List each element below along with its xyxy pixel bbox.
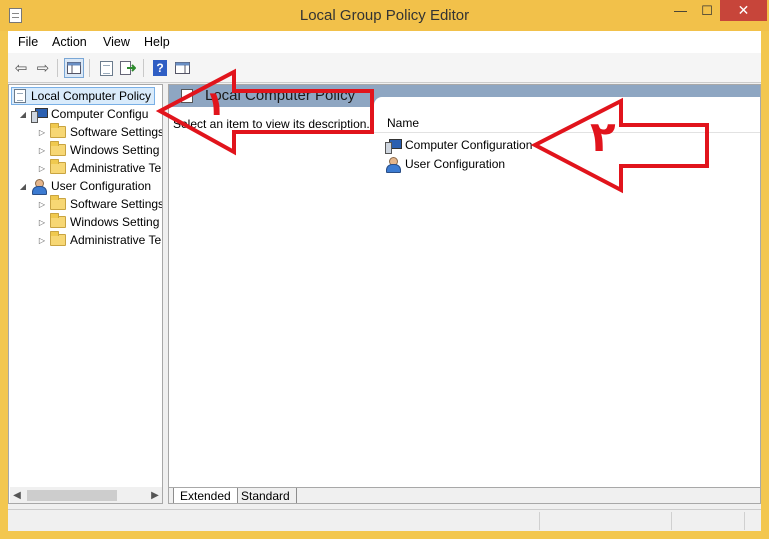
policy-icon: [181, 89, 193, 103]
window-title: Local Group Policy Editor: [299, 7, 470, 24]
tree-item-label: Software Settings: [70, 197, 163, 211]
user-icon: [31, 178, 47, 195]
properties-button[interactable]: [96, 58, 116, 78]
client-area: File Action View Help ⇦ ⇨ ? Local Comput…: [8, 31, 761, 531]
title-bar[interactable]: Local Group Policy Editor — ☐ ✕: [0, 0, 769, 31]
status-bar: [8, 509, 761, 531]
folder-icon: [50, 159, 66, 174]
tree-item-label: Windows Setting: [70, 215, 160, 229]
tab-extended[interactable]: Extended: [173, 488, 238, 503]
forward-arrow-icon: ⇨: [36, 60, 50, 77]
tree-item-label: User Configuration: [51, 179, 152, 193]
folder-icon: [50, 141, 66, 156]
tree-item-local-computer-policy[interactable]: Local Computer Policy: [11, 87, 156, 105]
console-tree-icon: [67, 62, 81, 74]
column-header-name[interactable]: Name: [387, 116, 419, 130]
tree-item-label: Software Settings: [70, 125, 163, 139]
help-button[interactable]: ?: [150, 58, 170, 78]
console-tree[interactable]: Local Computer Policy ◢ Computer Configu…: [8, 84, 163, 504]
folder-icon: [50, 231, 66, 246]
expand-triangle-icon[interactable]: ▷: [37, 164, 47, 173]
status-segment: [671, 512, 672, 530]
view-tabs: Extended Standard: [169, 487, 760, 503]
minimize-button[interactable]: —: [667, 0, 694, 21]
expand-triangle-icon[interactable]: ▷: [37, 128, 47, 137]
tree-horizontal-scrollbar[interactable]: ◀ ▶: [10, 487, 162, 503]
list-item-label: Computer Configuration: [405, 138, 533, 152]
help-icon: ?: [153, 60, 167, 76]
tree-item-user-software-settings[interactable]: ▷ Software Settings: [37, 195, 163, 213]
tree-item-user-windows-settings[interactable]: ▷ Windows Setting: [37, 213, 159, 231]
app-window: Local Group Policy Editor — ☐ ✕ File Act…: [0, 0, 769, 539]
menu-bar: File Action View Help: [8, 31, 761, 53]
policy-icon: [14, 89, 26, 103]
toolbar-separator: [143, 59, 144, 77]
scroll-left-icon[interactable]: ◀: [10, 488, 24, 503]
back-button[interactable]: ⇦: [11, 58, 31, 78]
tree-item-label: Administrative Te: [70, 233, 162, 247]
expand-triangle-icon[interactable]: ▷: [37, 218, 47, 227]
expand-triangle-icon[interactable]: ▷: [37, 200, 47, 209]
close-button[interactable]: ✕: [720, 0, 767, 21]
tree-item-user-configuration[interactable]: ◢ User Configuration: [18, 177, 151, 195]
toolbar: ⇦ ⇨ ?: [8, 53, 761, 83]
forward-button[interactable]: ⇨: [33, 58, 53, 78]
export-list-button[interactable]: [118, 58, 138, 78]
status-segment: [539, 512, 540, 530]
show-hide-console-tree-button[interactable]: [64, 58, 84, 78]
status-segment: [744, 512, 745, 530]
computer-icon: [31, 107, 48, 123]
tree-item-computer-administrative-templates[interactable]: ▷ Administrative Te: [37, 159, 161, 177]
tree-item-user-administrative-templates[interactable]: ▷ Administrative Te: [37, 231, 161, 249]
export-list-icon: [120, 60, 136, 75]
list-item-user-configuration[interactable]: User Configuration: [385, 155, 505, 173]
back-arrow-icon: ⇦: [14, 60, 28, 77]
list-item-label: User Configuration: [405, 157, 506, 171]
tree-item-label: Computer Configu: [51, 107, 149, 121]
description-pane: Select an item to view its description.: [169, 107, 374, 487]
details-header-title: Local Computer Policy: [205, 87, 356, 104]
folder-icon: [50, 213, 66, 228]
menu-view[interactable]: View: [103, 35, 130, 49]
list-item-computer-configuration[interactable]: Computer Configuration: [385, 136, 532, 154]
tree-item-label: Local Computer Policy: [31, 89, 152, 103]
expand-triangle-icon[interactable]: ▷: [37, 236, 47, 245]
tree-item-computer-configuration[interactable]: ◢ Computer Configu: [18, 105, 148, 123]
collapse-triangle-icon[interactable]: ◢: [18, 182, 28, 191]
tree-item-label: Administrative Te: [70, 161, 162, 175]
tab-standard[interactable]: Standard: [235, 488, 297, 503]
menu-help[interactable]: Help: [144, 35, 170, 49]
tree-item-computer-software-settings[interactable]: ▷ Software Settings: [37, 123, 163, 141]
menu-action[interactable]: Action: [52, 35, 87, 49]
action-pane-icon: [174, 62, 190, 74]
maximize-button[interactable]: ☐: [694, 0, 720, 21]
tree-item-computer-windows-settings[interactable]: ▷ Windows Setting: [37, 141, 159, 159]
description-text: Select an item to view its description.: [173, 117, 370, 131]
properties-icon: [99, 60, 113, 76]
computer-icon: [385, 138, 402, 154]
details-pane: Local Computer Policy Select an item to …: [168, 84, 761, 504]
menu-file[interactable]: File: [18, 35, 38, 49]
toolbar-separator: [57, 59, 58, 77]
column-header[interactable]: Name: [374, 111, 760, 133]
expand-triangle-icon[interactable]: ▷: [37, 146, 47, 155]
collapse-triangle-icon[interactable]: ◢: [18, 110, 28, 119]
items-list[interactable]: Name Computer Configuration User Configu…: [374, 97, 760, 487]
folder-icon: [50, 195, 66, 210]
scroll-right-icon[interactable]: ▶: [148, 488, 162, 503]
tree-item-label: Windows Setting: [70, 143, 160, 157]
user-icon: [385, 156, 401, 173]
scroll-thumb[interactable]: [27, 490, 117, 501]
folder-icon: [50, 123, 66, 138]
toolbar-separator: [89, 59, 90, 77]
show-hide-action-pane-button[interactable]: [172, 58, 192, 78]
